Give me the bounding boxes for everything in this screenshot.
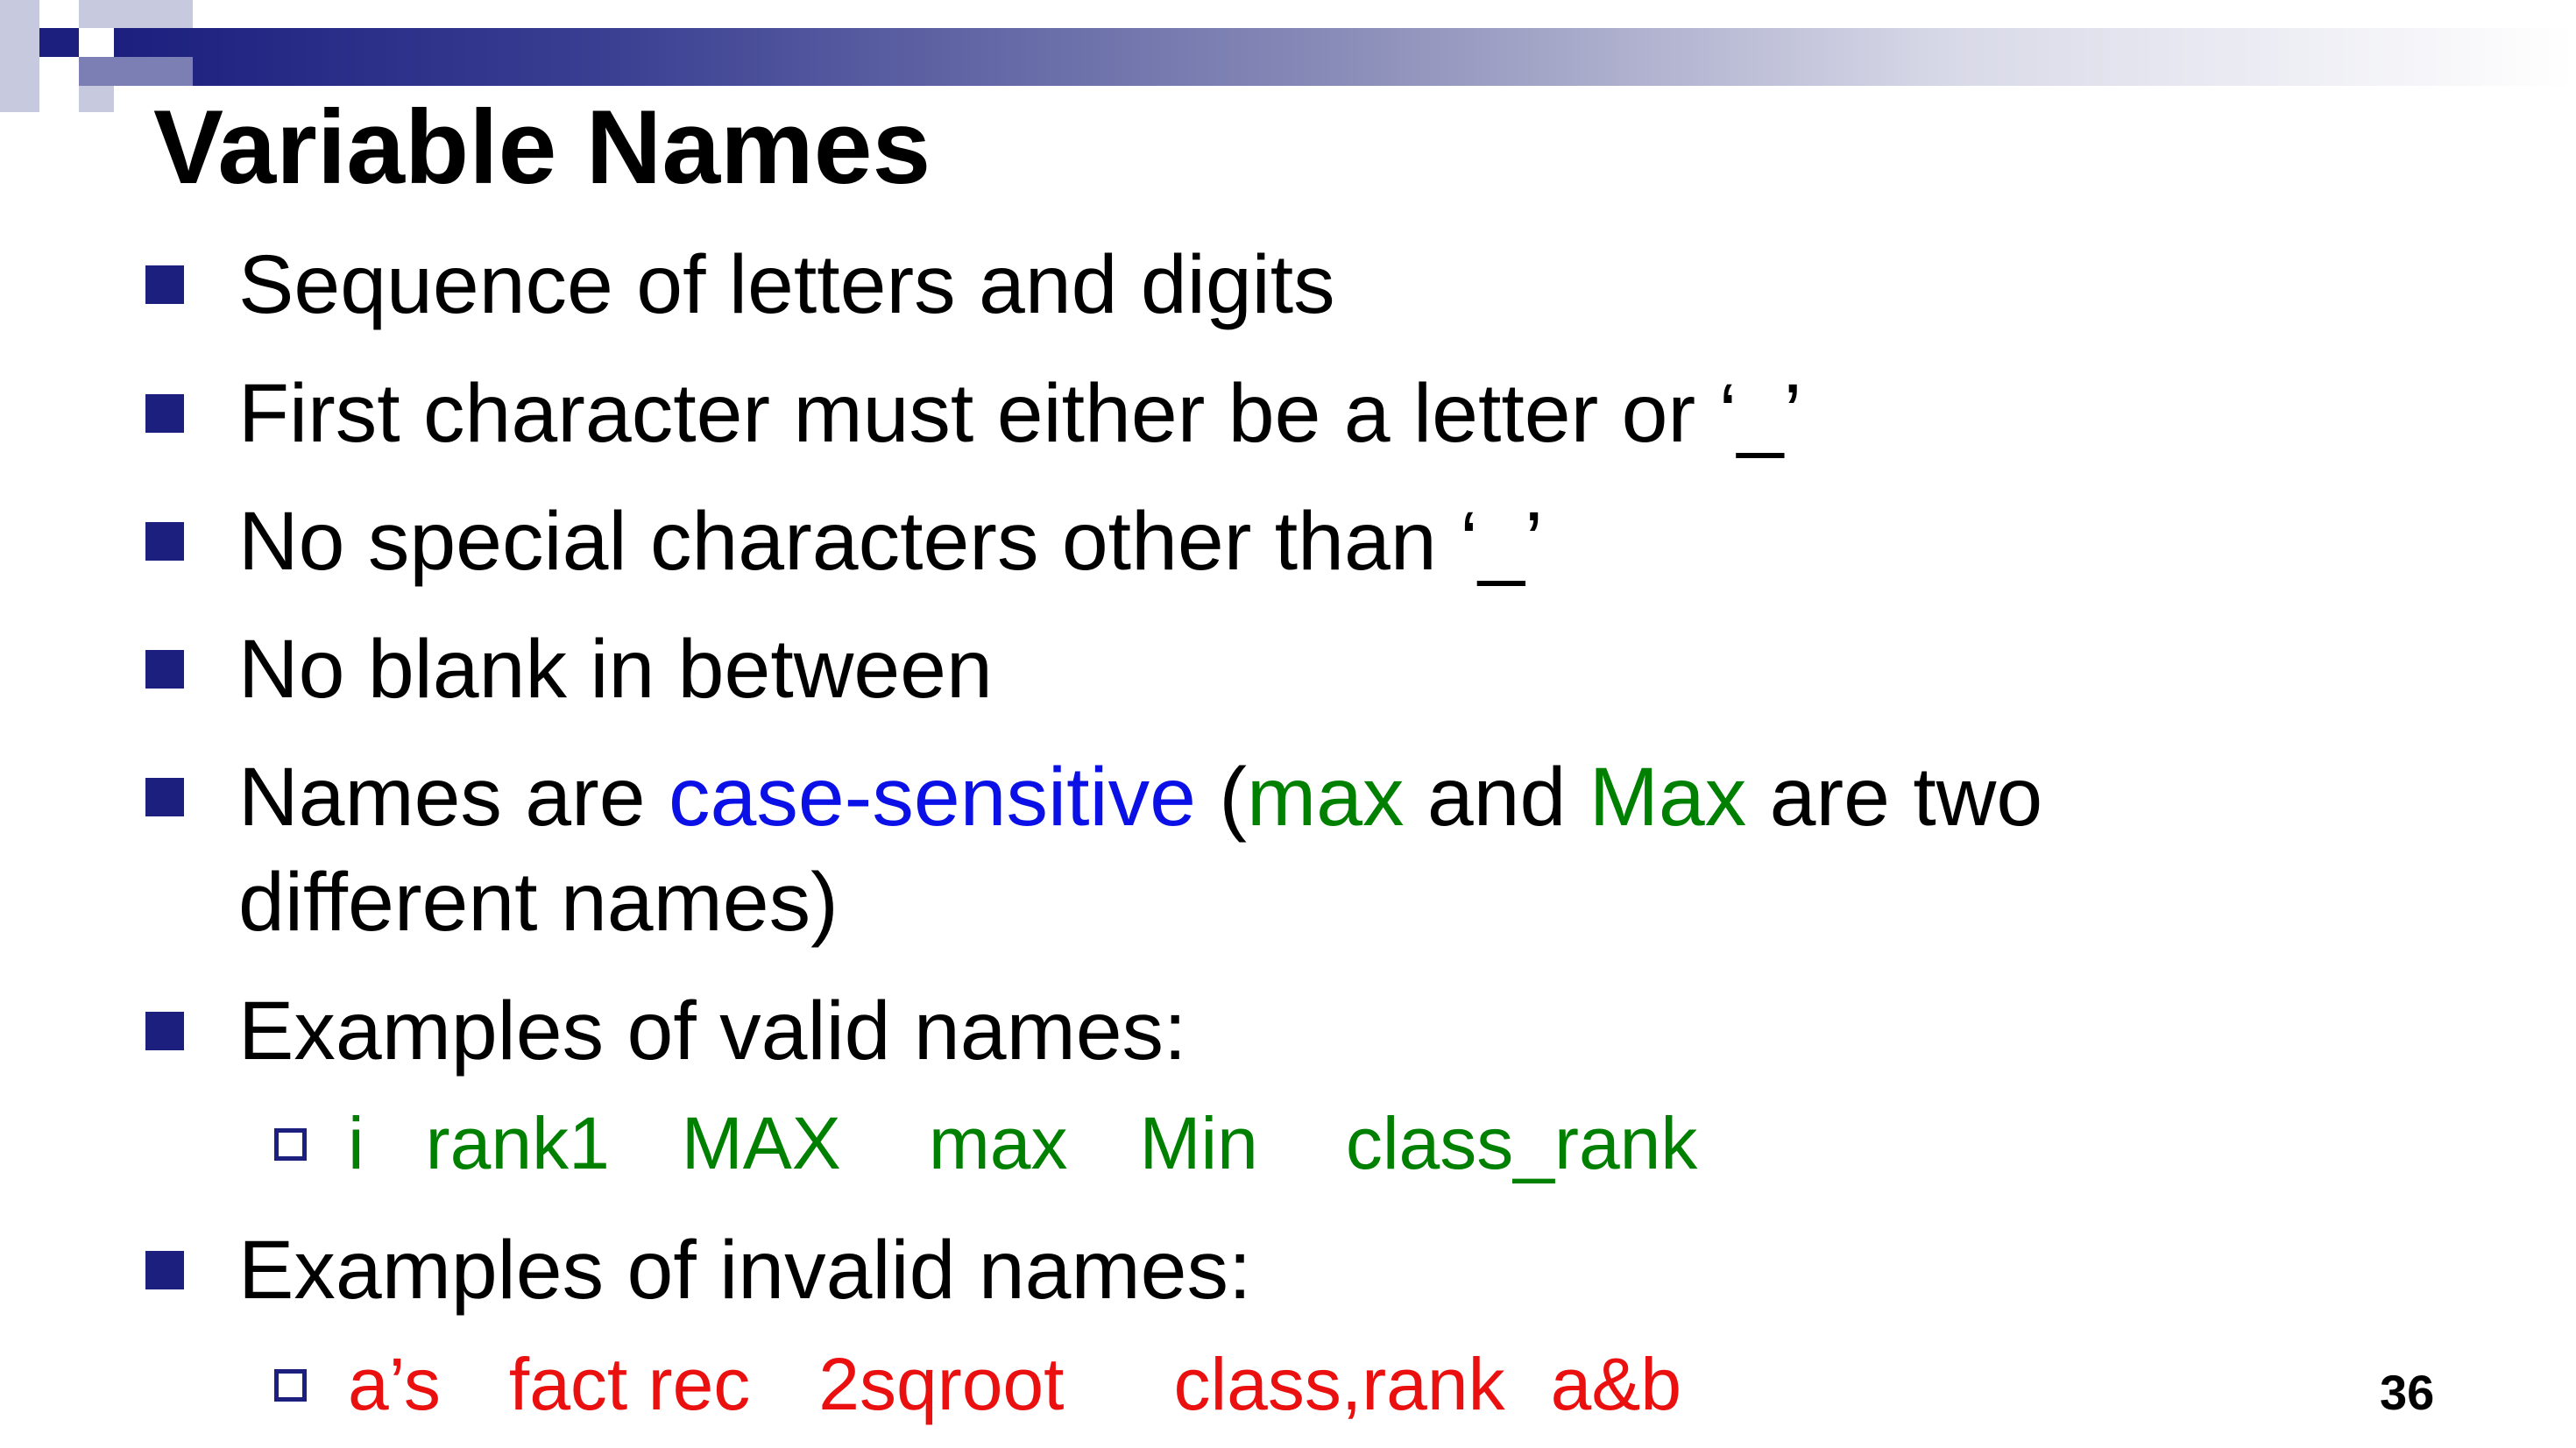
bullet-marker	[145, 1012, 184, 1050]
sub-bullet-marker	[274, 1369, 307, 1402]
page-number: 36	[2380, 1365, 2435, 1420]
header-decor-square	[79, 57, 114, 86]
bullet-marker	[145, 522, 184, 561]
bullet-marker	[145, 394, 184, 433]
header-decor-square	[114, 0, 193, 28]
header-decor-square	[39, 28, 79, 57]
header-decor-square	[79, 86, 114, 112]
bullet-item: Examples of invalid names:	[238, 1224, 1252, 1317]
bullet-text: (	[1195, 751, 1247, 844]
bullet-text: are two	[1746, 751, 2043, 844]
valid-name-example: rank1	[425, 1102, 610, 1184]
valid-name-example: i	[348, 1102, 364, 1184]
invalid-name-example: a’s	[348, 1343, 441, 1425]
bullet-item: Sequence of letters and digits	[238, 238, 1335, 331]
example-lowercase-max: max	[1246, 751, 1405, 844]
header-decor-square	[114, 57, 193, 86]
bullet-text: and	[1404, 751, 1589, 844]
highlight-case-sensitive: case-sensitive	[669, 751, 1196, 844]
slide-title: Variable Names	[153, 88, 931, 206]
header-gradient-bar	[114, 28, 2576, 86]
bullet-item: No special characters other than ‘_’	[238, 495, 1544, 588]
valid-name-example: Min	[1139, 1102, 1258, 1184]
bullet-marker	[145, 778, 184, 816]
invalid-names-list: a’s fact rec 2sqroot class,rank a&b	[348, 1340, 1681, 1428]
invalid-name-example: 2sqroot	[818, 1343, 1065, 1425]
header-decor-square	[79, 0, 114, 28]
invalid-name-example: class,rank	[1173, 1343, 1505, 1425]
invalid-name-example: a&b	[1550, 1343, 1682, 1425]
valid-name-example: MAX	[681, 1102, 841, 1184]
bullet-continuation: different names)	[238, 856, 839, 949]
valid-name-example: class_rank	[1345, 1102, 1698, 1184]
bullet-item: Examples of valid names:	[238, 985, 1187, 1077]
bullet-item: First character must either be a letter …	[238, 367, 1802, 460]
bullet-marker	[145, 1251, 184, 1289]
example-capitalized-max: Max	[1589, 751, 1747, 844]
header-decor-square	[0, 0, 39, 112]
bullet-item: No blank in between	[238, 623, 993, 716]
invalid-name-example: fact rec	[508, 1343, 751, 1425]
bullet-text: Names are	[238, 751, 669, 844]
bullet-marker	[145, 650, 184, 689]
valid-names-list: i rank1 MAX max Min class_rank	[348, 1099, 1697, 1187]
sub-bullet-marker	[274, 1128, 307, 1161]
valid-name-example: max	[928, 1102, 1068, 1184]
bullet-marker	[145, 265, 184, 304]
bullet-item-case-sensitivity: Names are case-sensitive (max and Max ar…	[238, 745, 2042, 850]
